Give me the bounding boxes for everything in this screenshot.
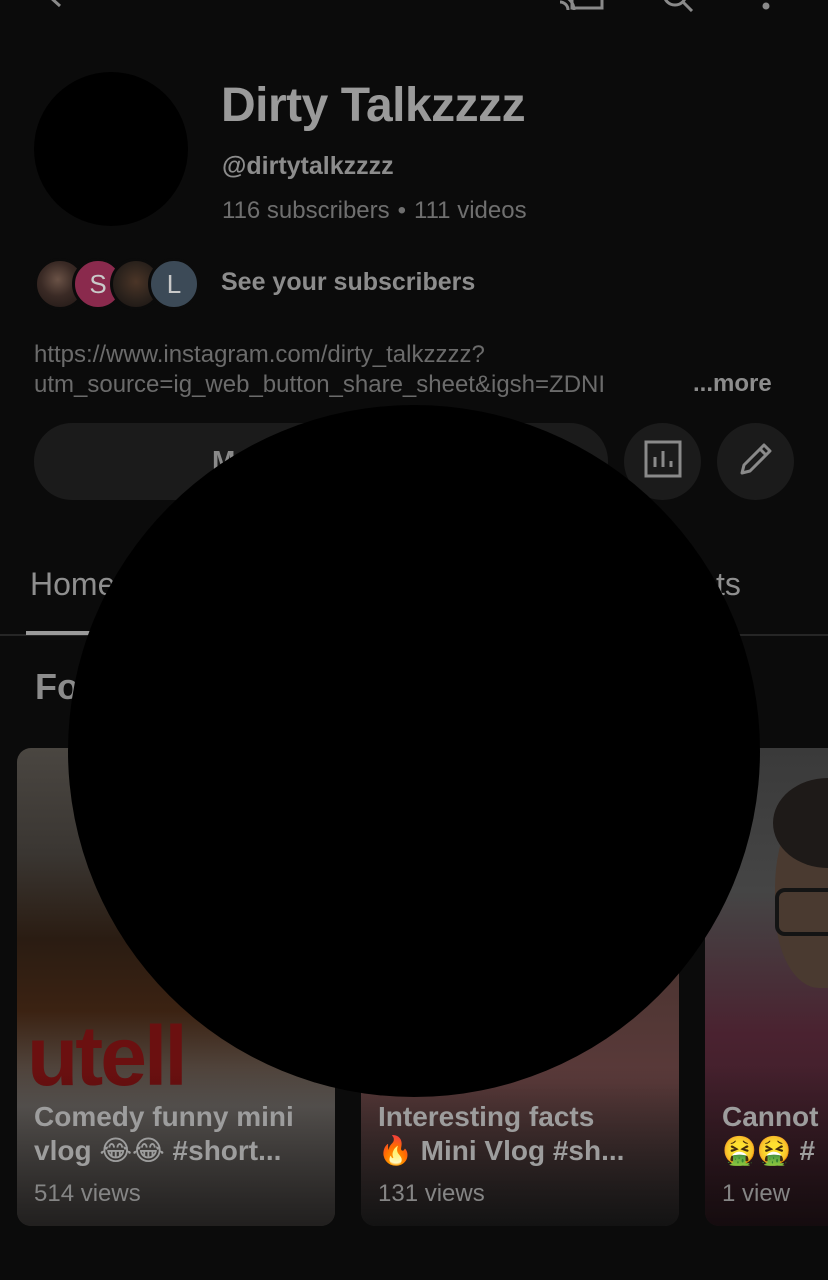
short-title-line: vlog 😂😂 #short... — [34, 1135, 282, 1166]
channel-stats: 116 subscribers • 111 videos — [222, 197, 527, 225]
short-views: 1 view — [722, 1180, 791, 1207]
subscriber-avatars[interactable]: S L — [34, 258, 200, 310]
stats-separator: • — [397, 197, 407, 224]
channel-description[interactable]: https://www.instagram.com/dirty_talkzzzz… — [34, 340, 694, 400]
subscriber-count: 116 subscribers — [222, 197, 390, 224]
short-views: 131 views — [378, 1180, 485, 1207]
edit-pencil-icon — [736, 439, 776, 484]
channel-handle: @dirtytalkzzzz — [222, 152, 394, 180]
see-subscribers-link[interactable]: See your subscribers — [221, 268, 475, 297]
top-app-bar — [0, 0, 828, 20]
short-title-line: 🤮🤮 # — [722, 1135, 816, 1166]
short-title: Interesting facts 🔥 Mini Vlog #sh... — [378, 1100, 678, 1168]
description-line: utm_source=ig_web_button_share_sheet&igs… — [34, 371, 606, 398]
short-title-line: Interesting facts — [378, 1101, 595, 1132]
short-title: Comedy funny mini vlog 😂😂 #short... — [34, 1100, 334, 1168]
description-line: https://www.instagram.com/dirty_talkzzzz… — [34, 341, 485, 368]
cast-icon[interactable] — [558, 0, 604, 12]
analytics-icon — [643, 439, 683, 484]
short-title-line: Cannot — [722, 1101, 819, 1132]
more-vert-icon[interactable] — [760, 0, 790, 12]
channel-avatar[interactable] — [34, 72, 188, 226]
short-title-line: 🔥 Mini Vlog #sh... — [378, 1135, 625, 1166]
channel-name: Dirty Talkzzzz — [221, 79, 526, 132]
thumbnail-glasses — [775, 888, 828, 936]
short-title: Cannot 🤮🤮 # — [722, 1100, 828, 1168]
search-icon[interactable] — [660, 0, 694, 13]
avatar: L — [148, 258, 200, 310]
edit-button[interactable] — [717, 423, 794, 500]
short-title-line: Comedy funny mini — [34, 1101, 294, 1132]
back-icon[interactable] — [40, 0, 70, 12]
more-link[interactable]: ...more — [693, 370, 772, 398]
redaction-circle — [68, 405, 760, 1097]
video-count: 111 videos — [414, 197, 527, 224]
short-views: 514 views — [34, 1180, 141, 1207]
